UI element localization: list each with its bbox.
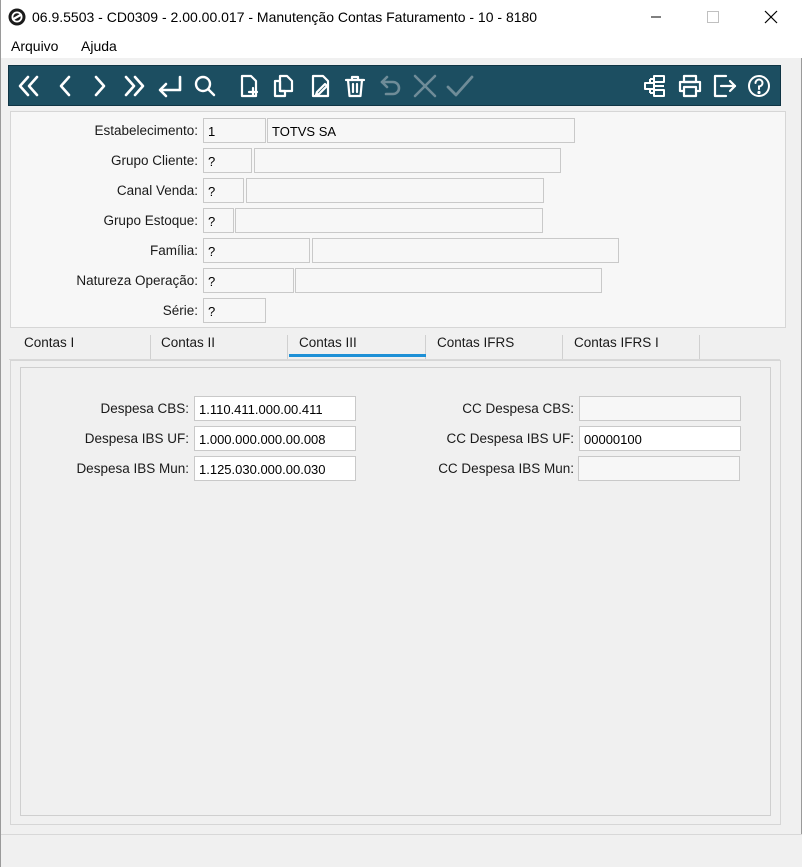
estabelecimento-code-field[interactable]: 1	[203, 118, 266, 143]
goto-button[interactable]	[155, 71, 185, 101]
toolbar	[8, 65, 781, 106]
maximize-icon	[707, 11, 719, 23]
first-icon	[18, 75, 39, 97]
familia-label: Família:	[149, 243, 198, 258]
search-icon	[194, 75, 216, 97]
cc-despesa-ibs-mun-label: CC Despesa IBS Mun:	[438, 461, 574, 476]
exit-button[interactable]	[710, 71, 740, 101]
despesa-ibs-mun-label: Despesa IBS Mun:	[76, 461, 189, 476]
cc-despesa-cbs-label: CC Despesa CBS:	[462, 401, 574, 416]
print-button[interactable]	[675, 71, 705, 101]
familia-description-field	[312, 238, 619, 263]
window-title: 06.9.5503 - CD0309 - 2.00.00.017 - Manut…	[32, 9, 538, 25]
canal-venda-code-field[interactable]: ?	[203, 178, 244, 203]
tab-contas-ifrs-i[interactable]: Contas IFRS I	[574, 329, 659, 359]
copy-button[interactable]	[268, 71, 298, 101]
despesa-cbs-label: Despesa CBS:	[100, 401, 189, 416]
menu-bar: Arquivo Ajuda	[1, 34, 802, 58]
canal-venda-label: Canal Venda:	[116, 183, 198, 198]
structure-button[interactable]	[640, 71, 670, 101]
status-bar	[1, 834, 802, 867]
minimize-icon	[651, 16, 661, 18]
totvs-logo-icon	[8, 8, 26, 26]
goto-icon	[158, 75, 182, 98]
help-icon	[748, 75, 770, 97]
tab-separator	[287, 335, 288, 359]
serie-code-field[interactable]: ?	[203, 298, 266, 323]
grupo-estoque-description-field	[235, 208, 543, 233]
application-window: 06.9.5503 - CD0309 - 2.00.00.017 - Manut…	[0, 0, 802, 867]
undo-icon	[380, 75, 401, 96]
structure-icon	[644, 75, 665, 97]
tab-separator	[699, 335, 700, 359]
cc-despesa-cbs-field[interactable]	[579, 396, 741, 421]
new-button[interactable]	[234, 71, 264, 101]
previous-record-button[interactable]	[51, 71, 81, 101]
natureza-operacao-label: Natureza Operação:	[76, 273, 198, 288]
cc-despesa-ibs-mun-field[interactable]	[578, 456, 740, 481]
natureza-operacao-code-field[interactable]: ?	[203, 268, 294, 293]
despesa-ibs-uf-label: Despesa IBS UF:	[84, 431, 189, 446]
cancel-button[interactable]	[410, 71, 440, 101]
tab-contas-ii[interactable]: Contas II	[161, 329, 215, 359]
grupo-estoque-code-field[interactable]: ?	[203, 208, 234, 233]
previous-icon	[59, 75, 71, 97]
delete-icon	[344, 75, 366, 98]
natureza-operacao-description-field	[295, 268, 602, 293]
confirm-icon	[446, 75, 474, 97]
print-icon	[678, 74, 702, 98]
next-icon	[94, 75, 106, 97]
menu-arquivo[interactable]: Arquivo	[11, 38, 58, 54]
grupo-cliente-label: Grupo Cliente:	[110, 153, 198, 168]
last-record-button[interactable]	[119, 71, 149, 101]
title-bar: 06.9.5503 - CD0309 - 2.00.00.017 - Manut…	[1, 0, 802, 34]
despesa-ibs-mun-field[interactable]: 1.125.030.000.00.030	[194, 456, 356, 481]
menu-ajuda[interactable]: Ajuda	[81, 38, 117, 54]
close-button[interactable]	[748, 0, 794, 34]
minimize-button[interactable]	[633, 0, 679, 34]
tab-separator	[562, 335, 563, 359]
grupo-cliente-description-field	[254, 148, 561, 173]
familia-code-field[interactable]: ?	[203, 238, 310, 263]
edit-icon	[311, 74, 330, 98]
exit-icon	[713, 74, 737, 98]
next-record-button[interactable]	[84, 71, 114, 101]
confirm-button[interactable]	[445, 71, 475, 101]
tab-separator	[150, 335, 151, 359]
search-button[interactable]	[190, 71, 220, 101]
last-icon	[124, 75, 145, 97]
undo-button[interactable]	[376, 71, 406, 101]
estabelecimento-description-field: TOTVS SA	[267, 118, 575, 143]
canal-venda-description-field	[246, 178, 544, 203]
help-button[interactable]	[744, 71, 774, 101]
grupo-cliente-code-field[interactable]: ?	[203, 148, 252, 173]
despesa-cbs-field[interactable]: 1.110.411.000.00.411	[194, 396, 356, 421]
cancel-icon	[413, 74, 437, 98]
active-tab-indicator	[289, 354, 426, 357]
tab-contas-ifrs[interactable]: Contas IFRS	[437, 329, 514, 359]
first-record-button[interactable]	[14, 71, 44, 101]
close-icon	[764, 10, 778, 24]
despesa-ibs-uf-field[interactable]: 1.000.000.000.00.008	[194, 426, 356, 451]
grupo-estoque-label: Grupo Estoque:	[103, 213, 198, 228]
cc-despesa-ibs-uf-label: CC Despesa IBS UF:	[446, 431, 574, 446]
edit-button[interactable]	[306, 71, 336, 101]
estabelecimento-label: Estabelecimento:	[94, 123, 198, 138]
delete-button[interactable]	[340, 71, 370, 101]
cc-despesa-ibs-uf-field[interactable]: 00000100	[579, 426, 741, 451]
new-icon	[240, 74, 259, 98]
tab-contas-i[interactable]: Contas I	[24, 329, 74, 359]
serie-label: Série:	[162, 303, 198, 318]
maximize-button[interactable]	[690, 0, 736, 34]
copy-icon	[273, 74, 294, 98]
